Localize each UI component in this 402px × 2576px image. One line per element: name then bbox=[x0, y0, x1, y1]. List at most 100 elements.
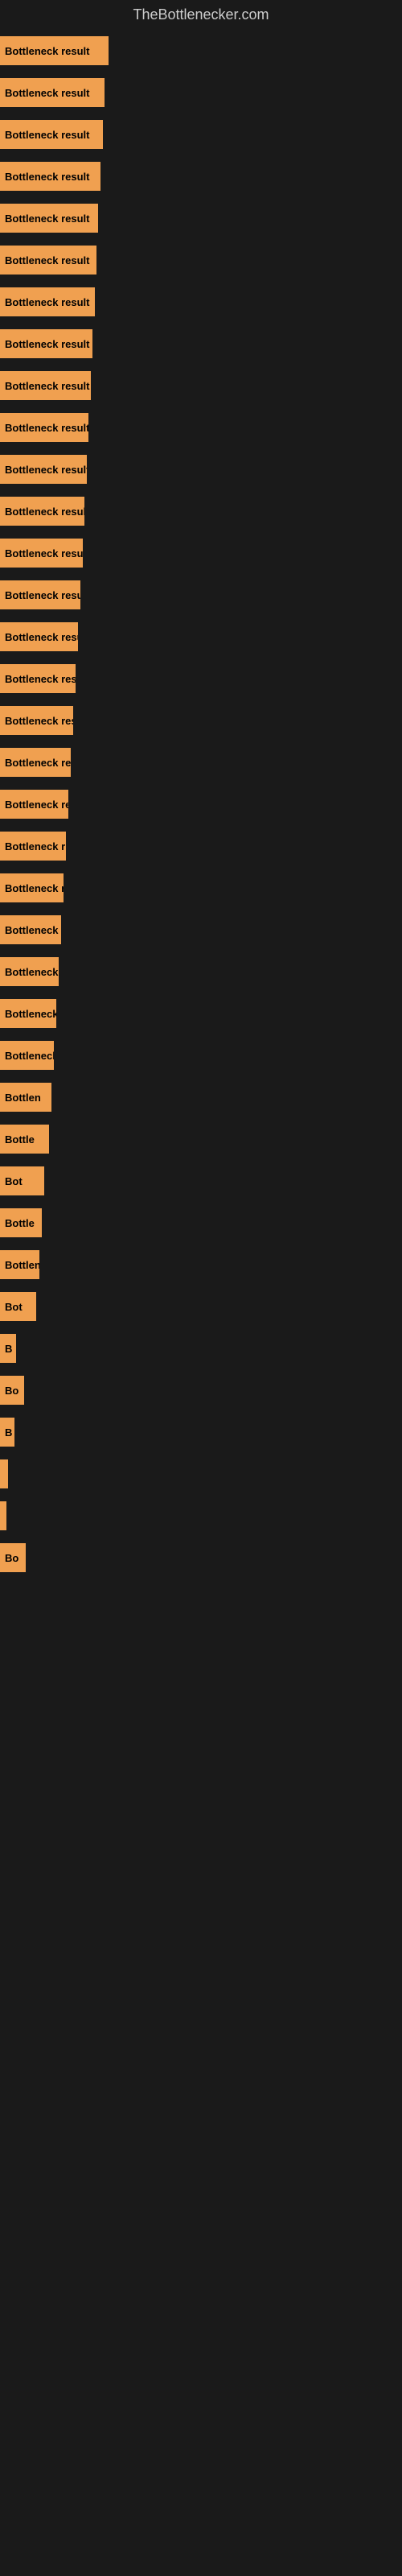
bottleneck-bar: Bottleneck bbox=[0, 999, 56, 1028]
bar-row: Bottleneck result bbox=[0, 281, 402, 323]
bottleneck-bar: Bottleneck result bbox=[0, 120, 103, 149]
bar-label: Bot bbox=[5, 1301, 23, 1313]
bar-label: Bottleneck result bbox=[5, 129, 89, 141]
bar-label: Bottle bbox=[5, 1133, 35, 1146]
bar-row: Bottleneck result bbox=[0, 72, 402, 114]
bottleneck-bar: Bottlene bbox=[0, 1250, 39, 1279]
site-title: TheBottlenecker.com bbox=[0, 0, 402, 30]
bar-row: Bottleneck result bbox=[0, 951, 402, 993]
bar-label: Bottleneck result bbox=[5, 45, 89, 57]
bottleneck-bar: Bot bbox=[0, 1292, 36, 1321]
bottleneck-bar: Bo bbox=[0, 1543, 26, 1572]
bar-label: Bottleneck result bbox=[5, 631, 78, 643]
bar-label: Bottleneck result bbox=[5, 422, 88, 434]
bottleneck-bar: Bottleneck result bbox=[0, 246, 96, 275]
bar-row: Bo bbox=[0, 1537, 402, 1579]
bar-label: Bottleneck result bbox=[5, 380, 89, 392]
bar-label: Bottleneck result bbox=[5, 254, 89, 266]
bottleneck-bar: Bottlen bbox=[0, 1083, 51, 1112]
bar-label: Bot bbox=[5, 1175, 23, 1187]
bar-row: Bot bbox=[0, 1160, 402, 1202]
bar-row: Bottleneck result bbox=[0, 197, 402, 239]
bottleneck-bar: Bottleneck r bbox=[0, 832, 66, 861]
bottleneck-bar: Bottleneck res bbox=[0, 1041, 54, 1070]
bottleneck-bar: Bottleneck result bbox=[0, 706, 73, 735]
bottleneck-bar: Bottleneck result bbox=[0, 329, 92, 358]
bar-row: Bottleneck result bbox=[0, 30, 402, 72]
bar-row: B bbox=[0, 1327, 402, 1369]
bar-row: Bottleneck res bbox=[0, 909, 402, 951]
bar-row: B bbox=[0, 1411, 402, 1453]
bar-label: Bottleneck result bbox=[5, 87, 89, 99]
bar-label: Bo bbox=[5, 1552, 18, 1564]
bar-label: B bbox=[5, 1426, 12, 1439]
bar-label: Bottleneck result bbox=[5, 589, 80, 601]
bar-label: Bottleneck result bbox=[5, 757, 71, 769]
bottleneck-bar: Bottleneck result bbox=[0, 36, 109, 65]
bar-row: Bot bbox=[0, 1286, 402, 1327]
bar-row: Bottleneck resu bbox=[0, 867, 402, 909]
bar-label: Bottleneck bbox=[5, 1008, 56, 1020]
bottleneck-bar: B bbox=[0, 1334, 16, 1363]
bottleneck-bar: Bottleneck resu bbox=[0, 873, 64, 902]
bottleneck-bar: Bottleneck result bbox=[0, 287, 95, 316]
bar-label: Bottleneck result bbox=[5, 673, 76, 685]
bar-row: Bottleneck result bbox=[0, 448, 402, 490]
bar-label: Bottleneck res bbox=[5, 1050, 54, 1062]
bottleneck-bar: Bottleneck result bbox=[0, 622, 78, 651]
bar-label: Bottleneck res bbox=[5, 924, 61, 936]
bar-label: Bottlen bbox=[5, 1092, 41, 1104]
bar-row: Bo bbox=[0, 1369, 402, 1411]
bar-row: Bottleneck result bbox=[0, 616, 402, 658]
bar-label: Bottleneck result bbox=[5, 171, 89, 183]
bar-row: Bottleneck result bbox=[0, 365, 402, 407]
bottleneck-bar: Bottleneck result bbox=[0, 162, 100, 191]
bar-row: Bottleneck bbox=[0, 993, 402, 1034]
bottleneck-bar bbox=[0, 1501, 6, 1530]
bar-row: Bottleneck result bbox=[0, 658, 402, 700]
bar-label: Bottleneck resu bbox=[5, 882, 64, 894]
bar-label: Bottleneck result bbox=[5, 296, 89, 308]
bar-row bbox=[0, 1495, 402, 1537]
bottleneck-bar: B bbox=[0, 1418, 14, 1447]
bar-label: Bottleneck resu bbox=[5, 799, 68, 811]
bar-row: Bottleneck result bbox=[0, 574, 402, 616]
bottleneck-bar: Bottleneck result bbox=[0, 204, 98, 233]
bar-row: Bottleneck result bbox=[0, 741, 402, 783]
bottleneck-bar: Bottleneck result bbox=[0, 748, 71, 777]
bottleneck-bar: Bottleneck result bbox=[0, 957, 59, 986]
bar-label: Bottlene bbox=[5, 1259, 39, 1271]
bar-label: Bottleneck result bbox=[5, 338, 89, 350]
bottleneck-bar: Bottleneck result bbox=[0, 455, 87, 484]
bar-label: Bottleneck result bbox=[5, 464, 87, 476]
bar-row: Bottleneck res bbox=[0, 1034, 402, 1076]
bottleneck-bar bbox=[0, 1459, 8, 1488]
bar-label: Bottle bbox=[5, 1217, 35, 1229]
bar-label: Bottleneck result bbox=[5, 715, 73, 727]
bottleneck-bar: Bottleneck result bbox=[0, 78, 105, 107]
bottleneck-bar: Bottleneck result bbox=[0, 497, 84, 526]
bar-row: Bottleneck r bbox=[0, 825, 402, 867]
bar-row bbox=[0, 1453, 402, 1495]
bar-row: Bottleneck result bbox=[0, 239, 402, 281]
bottleneck-bar: Bottle bbox=[0, 1125, 49, 1154]
bottleneck-bar: Bottleneck res bbox=[0, 915, 61, 944]
bottleneck-bar: Bottleneck result bbox=[0, 580, 80, 609]
bar-row: Bottlene bbox=[0, 1244, 402, 1286]
bar-row: Bottleneck result bbox=[0, 407, 402, 448]
bar-row: Bottleneck resu bbox=[0, 783, 402, 825]
bar-row: Bottleneck result bbox=[0, 700, 402, 741]
bottleneck-bar: Bot bbox=[0, 1166, 44, 1195]
bar-label: Bottleneck r bbox=[5, 840, 65, 852]
bar-label: B bbox=[5, 1343, 12, 1355]
bar-label: Bottleneck result bbox=[5, 506, 84, 518]
bar-label: Bottleneck result bbox=[5, 547, 83, 559]
bar-label: Bottleneck result bbox=[5, 966, 59, 978]
bar-label: Bo bbox=[5, 1385, 18, 1397]
bottleneck-bar: Bottleneck result bbox=[0, 664, 76, 693]
bar-label: Bottleneck result bbox=[5, 213, 89, 225]
bottleneck-bar: Bo bbox=[0, 1376, 24, 1405]
bar-row: Bottleneck result bbox=[0, 532, 402, 574]
bars-container: Bottleneck result Bottleneck result Bottle… bbox=[0, 30, 402, 1579]
bar-row: Bottleneck result bbox=[0, 323, 402, 365]
